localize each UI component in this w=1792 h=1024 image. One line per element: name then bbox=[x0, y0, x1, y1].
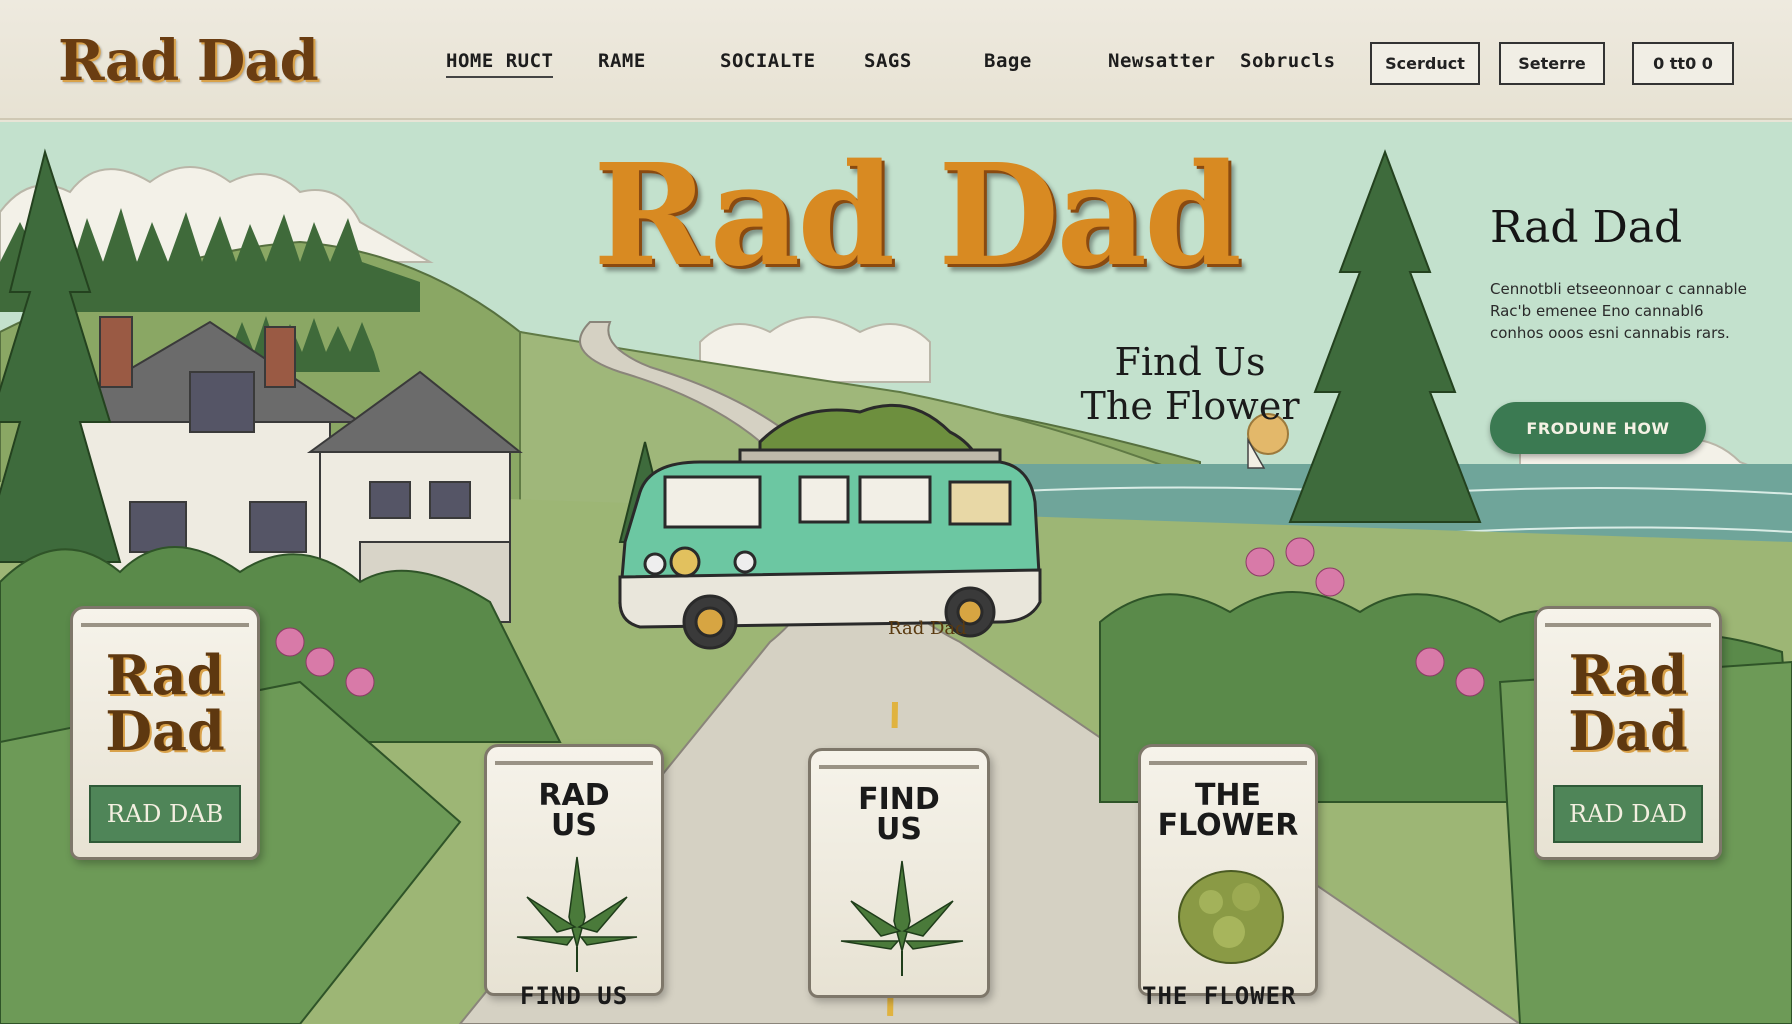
product-bag-left[interactable]: Rad Dad RAD DAB bbox=[70, 606, 260, 860]
search-button[interactable]: Seterre bbox=[1499, 42, 1605, 85]
site-logo[interactable]: Rad Dad bbox=[58, 28, 319, 94]
sidebar-description: Cennotbli etseeonnoar c cannable Rac'b e… bbox=[1490, 280, 1747, 342]
cta-button[interactable]: FRODUNE HOW bbox=[1490, 402, 1706, 454]
bag-brand: Rad Dad bbox=[73, 647, 257, 759]
nav-socialte[interactable]: SOCIALTE bbox=[720, 50, 816, 72]
hero-section: Rad Dad Rad Dad Find Us The Flower Rad D… bbox=[0, 122, 1792, 1024]
caption-the-flower[interactable]: THE FLOWER bbox=[1142, 982, 1297, 1010]
product-bag-the-flower[interactable]: THE FLOWER bbox=[1138, 744, 1318, 996]
van-logo-text: Rad Dad bbox=[888, 618, 967, 639]
bag-brand-line2: Dad bbox=[105, 699, 225, 763]
product-button[interactable]: Scerduct bbox=[1370, 42, 1480, 85]
hero-subtitle-line1: Find Us bbox=[1114, 340, 1266, 384]
product-bag-find-us[interactable]: FIND US bbox=[808, 748, 990, 998]
nav-rame[interactable]: RAME bbox=[598, 50, 646, 72]
product-bag-rad-us[interactable]: RAD US bbox=[484, 744, 664, 996]
bag-brand-line2: Dad bbox=[1568, 699, 1688, 763]
caption-find-us[interactable]: FIND US bbox=[520, 982, 628, 1010]
hero-subtitle: Find Us The Flower bbox=[1060, 340, 1320, 428]
site-header: Rad Dad HOME RUCT RAME SOCIALTE SAGS Bag… bbox=[0, 0, 1792, 120]
bag-label-strip: RAD DAB bbox=[89, 785, 241, 843]
nav-home[interactable]: HOME RUCT bbox=[446, 50, 554, 78]
nav-sags[interactable]: SAGS bbox=[864, 50, 912, 72]
bag-brand-line1: Rad bbox=[105, 643, 225, 707]
cannabis-leaf-icon bbox=[516, 856, 638, 972]
hero-subtitle-line2: The Flower bbox=[1080, 384, 1300, 428]
nav-newsletter[interactable]: Newsatter bbox=[1108, 50, 1215, 72]
cannabis-leaf-icon bbox=[840, 860, 964, 976]
product-bag-right[interactable]: Rad Dad RAD DAD bbox=[1534, 606, 1722, 860]
bag-label-strip: RAD DAD bbox=[1553, 785, 1703, 843]
cart-button[interactable]: 0 tt0 0 bbox=[1632, 42, 1734, 85]
nav-subscribe[interactable]: Sobrucls bbox=[1240, 50, 1336, 72]
bag-zip bbox=[81, 623, 249, 627]
nav-bage[interactable]: Bage bbox=[984, 50, 1032, 72]
bag-zip bbox=[1545, 623, 1711, 627]
bag-brand: Rad Dad bbox=[1537, 647, 1719, 759]
hero-title: Rad Dad bbox=[593, 134, 1242, 298]
cannabis-bud-icon bbox=[1178, 870, 1284, 964]
sidebar-title: Rad Dad bbox=[1490, 202, 1683, 253]
bag-brand-line1: Rad bbox=[1568, 643, 1688, 707]
